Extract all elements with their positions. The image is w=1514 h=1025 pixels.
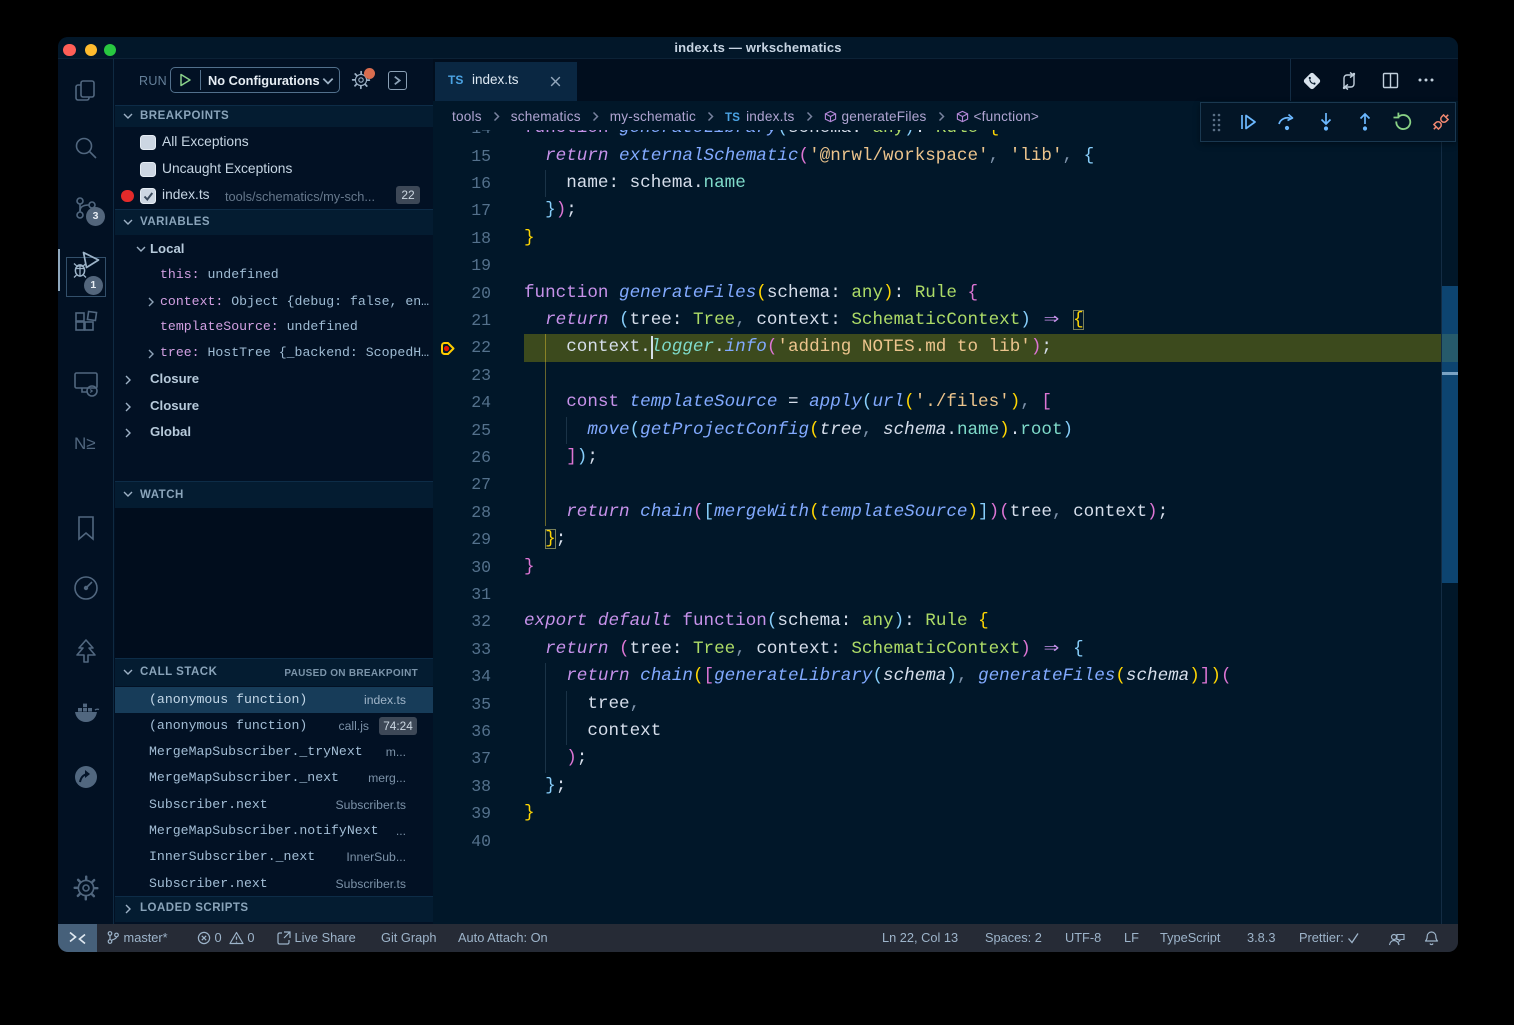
svg-text:N≥: N≥ — [74, 434, 96, 453]
